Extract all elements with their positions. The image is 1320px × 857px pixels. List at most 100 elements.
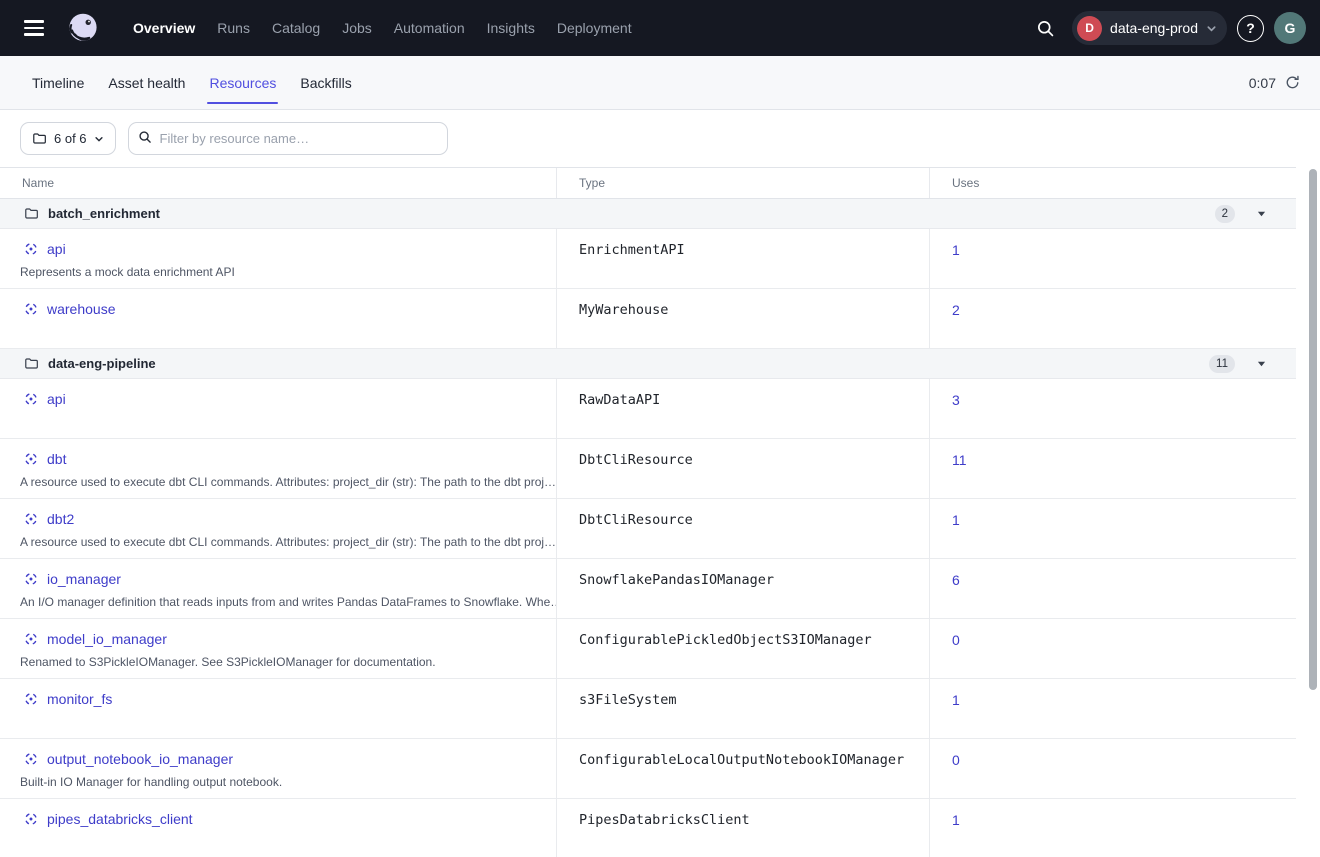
workspace-badge: D [1077,16,1102,41]
resource-name-link[interactable]: api [47,241,66,257]
uses-count-link[interactable]: 11 [952,452,967,468]
help-icon[interactable]: ? [1237,15,1264,42]
resource-type: RawDataAPI [557,379,930,438]
resource-icon [23,301,39,317]
resource-row-data-eng-pipeline-monitor-fs: monitor_fss3FileSystem1 [0,679,1296,739]
user-avatar[interactable]: G [1274,12,1306,44]
uses-count-link[interactable]: 1 [952,512,960,528]
nav-item-catalog[interactable]: Catalog [261,12,331,44]
tab-resources[interactable]: Resources [197,56,288,109]
search-icon [138,130,152,149]
uses-count-link[interactable]: 1 [952,812,960,828]
uses-count-link[interactable]: 0 [952,752,960,768]
search-icon[interactable] [1028,11,1062,45]
resource-icon [23,631,39,647]
resource-type: EnrichmentAPI [557,229,930,288]
resource-type: PipesDatabricksClient [557,799,930,857]
name-cell: warehouse [0,289,557,348]
nav-item-automation[interactable]: Automation [383,12,476,44]
resource-name-link[interactable]: pipes_databricks_client [47,811,193,827]
nav-item-insights[interactable]: Insights [476,12,546,44]
column-header-uses: Uses [930,168,1296,198]
nav-item-jobs[interactable]: Jobs [331,12,383,44]
resource-description: An I/O manager definition that reads inp… [20,595,540,609]
name-cell: api Represents a mock data enrichment API [0,229,557,288]
uses-count-link[interactable]: 2 [952,302,960,318]
resource-name-link[interactable]: io_manager [47,571,121,587]
uses-cell: 2 [930,289,1296,348]
refresh-icon[interactable] [1285,75,1300,90]
resource-row-data-eng-pipeline-model-io-manager: model_io_manager Renamed to S3PickleIOMan… [0,619,1296,679]
resource-search-input[interactable] [128,122,448,155]
dagster-logo[interactable] [64,9,102,47]
uses-cell: 1 [930,499,1296,558]
scrollbar-thumb[interactable] [1309,169,1317,690]
resource-row-data-eng-pipeline-output-notebook-io-manager: output_notebook_io_manager Built-in IO Ma… [0,739,1296,799]
resource-icon [23,751,39,767]
filter-bar: 6 of 6 [0,110,1320,167]
resource-name-link[interactable]: dbt [47,451,66,467]
resource-description: A resource used to execute dbt CLI comma… [20,535,540,549]
resource-name-link[interactable]: dbt2 [47,511,74,527]
uses-count-link[interactable]: 3 [952,392,960,408]
group-count-badge: 11 [1209,355,1235,373]
resource-type: ConfigurableLocalOutputNotebookIOManager [557,739,930,798]
folder-icon [32,131,47,146]
resources-table: NameTypeUses batch_enrichment2api Represe… [0,167,1296,857]
resource-row-data-eng-pipeline-pipes-databricks-client: pipes_databricks_client PipesDatabricksCl… [0,799,1296,857]
column-header-name: Name [0,168,557,198]
resource-type: DbtCliResource [557,439,930,498]
resource-name-link[interactable]: api [47,391,66,407]
tab-backfills[interactable]: Backfills [288,56,363,109]
resource-description: Renamed to S3PickleIOManager. See S3Pick… [20,655,540,669]
uses-count-link[interactable]: 1 [952,242,960,258]
resource-icon [23,571,39,587]
name-cell: model_io_manager Renamed to S3PickleIOMan… [0,619,557,678]
uses-cell: 0 [930,619,1296,678]
workspace-switcher[interactable]: D data-eng-prod [1072,11,1227,45]
group-row-batch-enrichment[interactable]: batch_enrichment2 [0,199,1296,229]
resource-name-link[interactable]: model_io_manager [47,631,167,647]
tab-bar: TimelineAsset healthResourcesBackfills 0… [0,56,1320,110]
resource-row-data-eng-pipeline-dbt: dbtA resource used to execute dbt CLI co… [0,439,1296,499]
nav-item-runs[interactable]: Runs [206,12,261,44]
folder-icon [24,206,39,221]
nav-right: D data-eng-prod ? G [1028,11,1306,45]
vertical-scrollbar[interactable] [1308,169,1318,857]
name-cell: dbtA resource used to execute dbt CLI co… [0,439,557,498]
scope-filter-button[interactable]: 6 of 6 [20,122,116,155]
primary-nav: OverviewRunsCatalogJobsAutomationInsight… [122,12,643,44]
top-nav: OverviewRunsCatalogJobsAutomationInsight… [0,0,1320,56]
uses-count-link[interactable]: 1 [952,692,960,708]
resource-row-data-eng-pipeline-api: api RawDataAPI 3 [0,379,1296,439]
name-cell: io_manager An I/O manager definition that… [0,559,557,618]
resource-description: Represents a mock data enrichment API [20,265,540,279]
column-header-type: Type [557,168,930,198]
resource-row-data-eng-pipeline-dbt2: dbt2 A resource used to execute dbt CLI c… [0,499,1296,559]
nav-item-deployment[interactable]: Deployment [546,12,643,44]
collapse-caret-icon[interactable] [1257,209,1266,218]
resource-search [128,122,448,155]
tab-timeline[interactable]: Timeline [20,56,96,109]
resource-type: MyWarehouse [557,289,930,348]
tab-asset-health[interactable]: Asset health [96,56,197,109]
group-row-data-eng-pipeline[interactable]: data-eng-pipeline11 [0,349,1296,379]
name-cell: api [0,379,557,438]
uses-count-link[interactable]: 0 [952,632,960,648]
resource-description: Built-in IO Manager for handling output … [20,775,540,789]
resource-name-link[interactable]: warehouse [47,301,116,317]
uses-cell: 0 [930,739,1296,798]
uses-cell: 1 [930,679,1296,738]
resource-name-link[interactable]: output_notebook_io_manager [47,751,233,767]
name-cell: output_notebook_io_manager Built-in IO Ma… [0,739,557,798]
refresh-timer: 0:07 [1249,75,1300,91]
scope-filter-label: 6 of 6 [54,131,87,146]
collapse-caret-icon[interactable] [1257,359,1266,368]
folder-icon [24,356,39,371]
resource-name-link[interactable]: monitor_fs [47,691,112,707]
hamburger-menu-icon[interactable] [14,8,54,48]
uses-cell: 6 [930,559,1296,618]
uses-count-link[interactable]: 6 [952,572,960,588]
resource-icon [23,391,39,407]
nav-item-overview[interactable]: Overview [122,12,206,44]
